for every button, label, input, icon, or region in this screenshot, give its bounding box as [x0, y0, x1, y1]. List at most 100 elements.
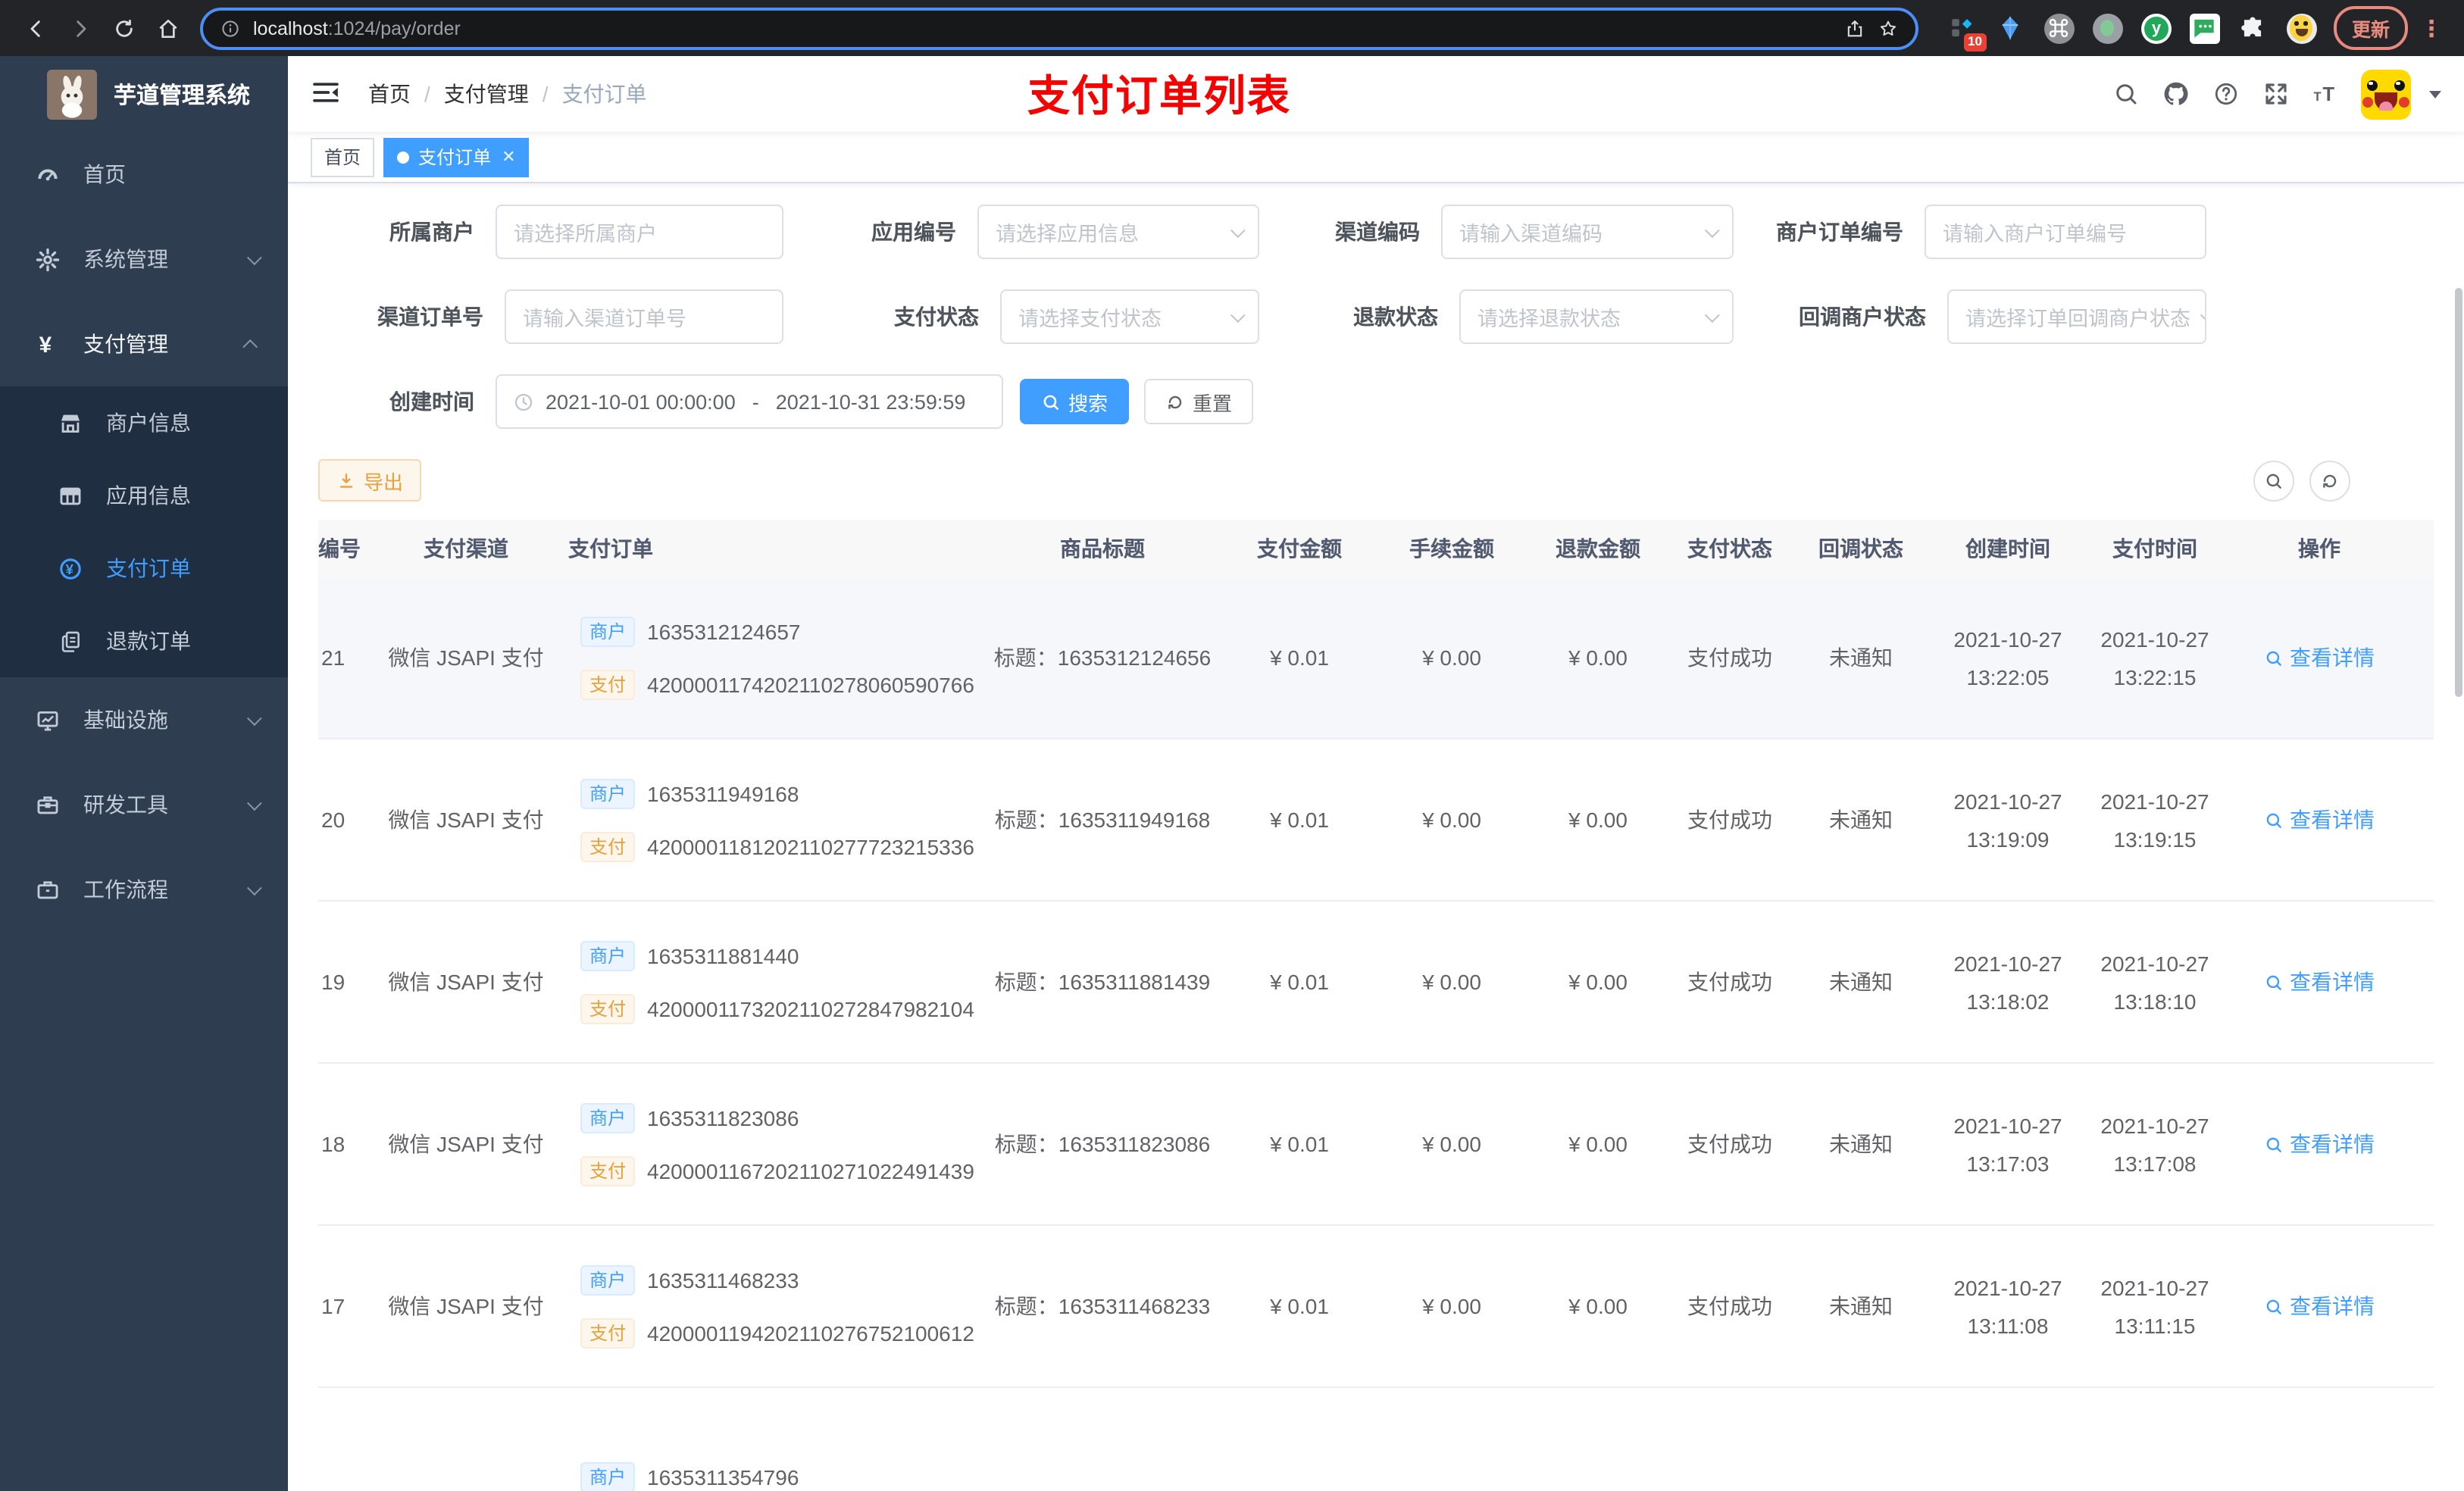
extensions-area: 10 y [1947, 13, 2317, 51]
extensions-puzzle-icon[interactable] [2238, 13, 2269, 43]
command-extension-icon[interactable] [2043, 13, 2075, 43]
field-label: 渠道订单号 [377, 305, 483, 329]
select-渠道编码[interactable]: 请输入渠道编码 [1441, 205, 1734, 259]
close-tab-icon[interactable]: ✕ [502, 147, 515, 167]
sidebar-item-系统管理[interactable]: 系统管理 [0, 217, 288, 302]
avatar-dropdown-icon[interactable] [2429, 90, 2441, 98]
merchant-tag: 商户 [580, 778, 636, 808]
pay-time: 2021-10-27 13:17:08 [2100, 1113, 2209, 1175]
tab-首页[interactable]: 首页 [311, 137, 375, 177]
search-icon[interactable] [2111, 80, 2140, 108]
browser-menu-icon[interactable]: ⋮ [2411, 14, 2449, 42]
profile-avatar-icon[interactable] [2286, 13, 2317, 43]
scrollbar[interactable] [2453, 56, 2464, 1491]
home-icon[interactable] [147, 8, 188, 48]
breadcrumb-item[interactable]: 首页 [368, 79, 411, 109]
view-detail-link[interactable]: 查看详情 [2264, 805, 2375, 835]
github-icon[interactable] [2161, 80, 2190, 108]
sidebar-collapse-icon[interactable] [311, 77, 344, 111]
select-退款状态[interactable]: 请选择退款状态 [1459, 289, 1734, 344]
select-应用编号[interactable]: 请选择应用信息 [977, 205, 1259, 259]
tab-groups-extension-icon[interactable]: 10 [1947, 13, 1987, 51]
input-商户订单编号[interactable]: 请输入商户订单编号 [1925, 205, 2206, 259]
bookmark-star-icon[interactable] [1878, 17, 1899, 39]
date-range-input[interactable]: 2021-10-01 00:00:00 - 2021-10-31 23:59:5… [496, 374, 1003, 429]
product-title: 标题：1635311823086 [994, 1132, 1211, 1156]
column-header-退款金额: 退款金额 [1556, 536, 1640, 561]
sidebar-item-应用信息[interactable]: 应用信息 [0, 459, 288, 532]
user-avatar[interactable] [2361, 69, 2411, 119]
back-icon[interactable] [15, 8, 56, 48]
export-button[interactable]: 导出 [318, 459, 422, 502]
fullscreen-icon[interactable] [2261, 80, 2290, 108]
filter-field-渠道编码: 渠道编码 请输入渠道编码 [1259, 205, 1734, 259]
search-button[interactable]: 搜索 [1020, 379, 1130, 424]
search-button-icon [1043, 394, 1058, 409]
gem-extension-icon[interactable] [1996, 13, 2026, 43]
forward-icon[interactable] [59, 8, 100, 48]
column-header-支付金额: 支付金额 [1257, 536, 1342, 561]
sidebar-item-支付订单[interactable]: ¥ 支付订单 [0, 532, 288, 605]
table-toolbar: 导出 [318, 459, 2434, 502]
merchant-order-no: 1635311949168 [647, 781, 799, 805]
font-size-icon[interactable]: TT [2311, 80, 2340, 108]
pay-time: 2021-10-27 13:18:10 [2100, 951, 2209, 1013]
filter-form: 所属商户 请选择所属商户 应用编号 请选择应用信息 渠道编码 请输入渠道编码 商户订单编号请… [318, 205, 2434, 344]
reset-button[interactable]: 重置 [1144, 379, 1254, 424]
pay-order-no: 4200001173202110272847982104 [647, 996, 974, 1021]
help-icon[interactable] [2211, 80, 2240, 108]
sidebar-item-基础设施[interactable]: 基础设施 [0, 677, 288, 762]
order-id: 17 [321, 1294, 346, 1318]
table-row: 21 微信 JSAPI 支付 商户 1635312124657 支付 4200001174… [318, 577, 2434, 739]
view-detail-link[interactable]: 查看详情 [2264, 1129, 2375, 1159]
merchant-order-no: 1635312124657 [647, 619, 801, 643]
field-label: 退款状态 [1353, 305, 1438, 329]
input-渠道订单号[interactable]: 请输入渠道订单号 [505, 289, 783, 344]
reload-icon[interactable] [103, 8, 144, 48]
input-所属商户[interactable]: 请选择所属商户 [496, 205, 783, 259]
pay-tag: 支付 [580, 669, 636, 699]
sidebar-item-支付管理[interactable]: ¥ 支付管理 [0, 302, 288, 386]
merchant-tag: 商户 [580, 1264, 636, 1295]
field-label: 商户订单编号 [1776, 220, 1903, 244]
monitor-icon [37, 710, 58, 730]
view-detail-link[interactable]: 查看详情 [2264, 642, 2375, 673]
share-icon[interactable] [1844, 17, 1865, 39]
notify-status: 未通知 [1829, 970, 1893, 994]
tabs-bar: 首页 支付订单 ✕ [288, 132, 2464, 183]
chevron-down-icon [1704, 307, 1720, 323]
tab-支付订单[interactable]: 支付订单 ✕ [383, 137, 530, 177]
breadcrumb: 首页 / 支付管理 / 支付订单 [368, 79, 647, 109]
doc-icon [61, 630, 80, 652]
url-bar[interactable]: localhost:1024/pay/order [200, 7, 1918, 49]
column-header-支付状态: 支付状态 [1687, 536, 1772, 561]
view-detail-link[interactable]: 查看详情 [2264, 1291, 2375, 1321]
filter-field-回调商户状态: 回调商户状态 请选择订单回调商户状态 [1734, 289, 2206, 344]
sidebar-item-研发工具[interactable]: 研发工具 [0, 762, 288, 847]
toggle-search-button[interactable] [2253, 460, 2294, 501]
field-label: 支付状态 [894, 305, 979, 329]
green-dot-extension-icon[interactable] [2092, 13, 2123, 43]
view-detail-link[interactable]: 查看详情 [2264, 967, 2375, 997]
briefcase-icon [37, 880, 58, 899]
pay-amount: ¥ 0.01 [1270, 970, 1329, 994]
fee-amount: ¥ 0.00 [1422, 808, 1481, 832]
vue-devtools-extension-icon[interactable]: y [2140, 13, 2172, 43]
sidebar-item-商户信息[interactable]: 商户信息 [0, 386, 288, 459]
merchant-tag: 商户 [580, 616, 636, 646]
view-detail-search-icon [2266, 1299, 2281, 1314]
chevron-down-icon [2199, 307, 2205, 323]
chevron-down-icon [1230, 222, 1246, 238]
breadcrumb-item[interactable]: 支付管理 [444, 79, 529, 109]
merchant-order-no: 1635311468233 [647, 1268, 799, 1292]
sidebar-item-首页[interactable]: 首页 [0, 132, 288, 217]
refresh-table-button[interactable] [2309, 460, 2350, 501]
fee-amount: ¥ 0.00 [1422, 1132, 1481, 1156]
chat-extension-icon[interactable] [2189, 13, 2220, 43]
browser-update-button[interactable]: 更新 [2333, 6, 2408, 50]
select-回调商户状态[interactable]: 请选择订单回调商户状态 [1947, 289, 2206, 344]
sidebar-item-退款订单[interactable]: 退款订单 [0, 605, 288, 677]
refund-amount: ¥ 0.00 [1568, 808, 1628, 832]
sidebar-item-工作流程[interactable]: 工作流程 [0, 847, 288, 932]
select-支付状态[interactable]: 请选择支付状态 [1000, 289, 1259, 344]
